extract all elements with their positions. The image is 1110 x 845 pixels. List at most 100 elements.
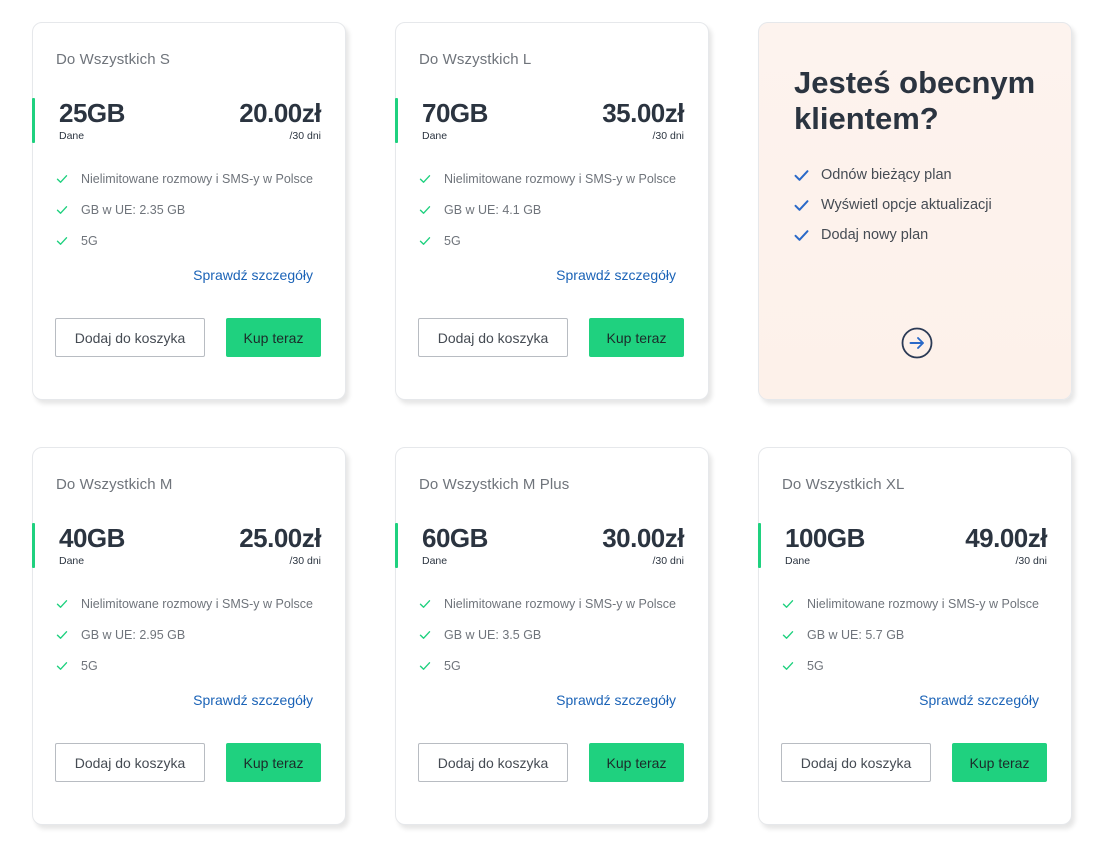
feature-text: 5G — [81, 658, 98, 673]
data-amount: 25GB — [59, 98, 125, 128]
feature-text: 5G — [807, 658, 824, 673]
add-to-cart-button[interactable]: Dodaj do koszyka — [55, 743, 205, 782]
check-icon — [419, 630, 431, 639]
feature-item: Nielimitowane rozmowy i SMS-y w Polsce — [782, 588, 1039, 619]
plan-name: Do Wszystkich M — [56, 476, 173, 493]
accent-bar — [758, 523, 761, 568]
plan-card-m: Do Wszystkich M 40GB Dane 25.00zł /30 dn… — [32, 447, 346, 825]
feature-item: Nielimitowane rozmowy i SMS-y w Polsce — [56, 588, 313, 619]
buy-now-button[interactable]: Kup teraz — [226, 743, 321, 782]
accent-bar — [395, 523, 398, 568]
feature-text: GB w UE: 5.7 GB — [807, 627, 905, 642]
feature-text: Nielimitowane rozmowy i SMS-y w Polsce — [81, 171, 314, 186]
data-amount: 40GB — [59, 523, 125, 553]
check-icon — [419, 174, 431, 183]
promo-item[interactable]: Wyświetl opcje aktualizacji — [794, 190, 992, 220]
feature-text: GB w UE: 3.5 GB — [444, 627, 542, 642]
details-link[interactable]: Sprawdź szczegóły — [193, 692, 313, 708]
feature-list: Nielimitowane rozmowy i SMS-y w Polsce G… — [419, 588, 676, 681]
check-icon — [419, 599, 431, 608]
details-link[interactable]: Sprawdź szczegóły — [193, 267, 313, 283]
check-icon — [56, 661, 68, 670]
plan-price: 49.00zł — [965, 523, 1047, 553]
plan-name: Do Wszystkich XL — [782, 476, 905, 493]
feature-text: 5G — [81, 233, 98, 248]
feature-item: GB w UE: 5.7 GB — [782, 619, 1039, 650]
buy-now-button[interactable]: Kup teraz — [226, 318, 321, 357]
feature-text: Nielimitowane rozmowy i SMS-y w Polsce — [444, 596, 677, 611]
feature-item: 5G — [782, 650, 1039, 681]
check-icon — [794, 199, 809, 211]
feature-item: GB w UE: 3.5 GB — [419, 619, 676, 650]
existing-customer-card: Jesteś obecnym klientem? Odnów bieżący p… — [758, 22, 1072, 400]
promo-item[interactable]: Dodaj nowy plan — [794, 220, 992, 250]
check-icon — [56, 236, 68, 245]
promo-item-label: Wyświetl opcje aktualizacji — [821, 197, 992, 213]
details-link[interactable]: Sprawdź szczegóły — [556, 692, 676, 708]
feature-list: Nielimitowane rozmowy i SMS-y w Polsce G… — [56, 588, 313, 681]
data-label: Dane — [59, 555, 85, 567]
feature-list: Nielimitowane rozmowy i SMS-y w Polsce G… — [56, 163, 313, 256]
data-amount: 100GB — [785, 523, 865, 553]
feature-text: GB w UE: 2.35 GB — [81, 202, 186, 217]
add-to-cart-button[interactable]: Dodaj do koszyka — [418, 743, 568, 782]
check-icon — [419, 661, 431, 670]
feature-item: GB w UE: 2.95 GB — [56, 619, 313, 650]
plan-card-s: Do Wszystkich S 25GB Dane 20.00zł /30 dn… — [32, 22, 346, 400]
add-to-cart-button[interactable]: Dodaj do koszyka — [55, 318, 205, 357]
check-icon — [56, 630, 68, 639]
data-label: Dane — [422, 130, 448, 142]
feature-item: 5G — [419, 225, 676, 256]
feature-item: 5G — [419, 650, 676, 681]
check-icon — [782, 630, 794, 639]
accent-bar — [395, 98, 398, 143]
price-period: /30 dni — [289, 555, 321, 567]
feature-item: Nielimitowane rozmowy i SMS-y w Polsce — [419, 588, 676, 619]
plan-name: Do Wszystkich S — [56, 51, 171, 68]
details-link[interactable]: Sprawdź szczegóły — [919, 692, 1039, 708]
feature-list: Nielimitowane rozmowy i SMS-y w Polsce G… — [782, 588, 1039, 681]
add-to-cart-button[interactable]: Dodaj do koszyka — [781, 743, 931, 782]
plan-card-xl: Do Wszystkich XL 100GB Dane 49.00zł /30 … — [758, 447, 1072, 825]
feature-item: 5G — [56, 225, 313, 256]
feature-text: Nielimitowane rozmowy i SMS-y w Polsce — [444, 171, 677, 186]
plan-price: 25.00zł — [239, 523, 321, 553]
feature-item: 5G — [56, 650, 313, 681]
data-label: Dane — [59, 130, 85, 142]
feature-item: Nielimitowane rozmowy i SMS-y w Polsce — [56, 163, 313, 194]
check-icon — [782, 599, 794, 608]
data-label: Dane — [422, 555, 448, 567]
promo-item-label: Dodaj nowy plan — [821, 227, 929, 243]
check-icon — [794, 229, 809, 241]
price-period: /30 dni — [652, 130, 684, 142]
check-icon — [56, 174, 68, 183]
feature-item: GB w UE: 4.1 GB — [419, 194, 676, 225]
check-icon — [56, 599, 68, 608]
feature-text: Nielimitowane rozmowy i SMS-y w Polsce — [81, 596, 314, 611]
feature-item: Nielimitowane rozmowy i SMS-y w Polsce — [419, 163, 676, 194]
data-amount: 70GB — [422, 98, 488, 128]
promo-item[interactable]: Odnów bieżący plan — [794, 160, 992, 190]
check-icon — [419, 205, 431, 214]
arrow-right-circle-icon[interactable] — [901, 327, 933, 359]
feature-text: GB w UE: 4.1 GB — [444, 202, 542, 217]
buy-now-button[interactable]: Kup teraz — [952, 743, 1047, 782]
price-period: /30 dni — [1015, 555, 1047, 567]
feature-list: Nielimitowane rozmowy i SMS-y w Polsce G… — [419, 163, 676, 256]
accent-bar — [32, 98, 35, 143]
details-link[interactable]: Sprawdź szczegóły — [556, 267, 676, 283]
buy-now-button[interactable]: Kup teraz — [589, 743, 684, 782]
plan-name: Do Wszystkich L — [419, 51, 532, 68]
feature-text: GB w UE: 2.95 GB — [81, 627, 186, 642]
check-icon — [782, 661, 794, 670]
feature-item: GB w UE: 2.35 GB — [56, 194, 313, 225]
plan-name: Do Wszystkich M Plus — [419, 476, 570, 493]
promo-list: Odnów bieżący plan Wyświetl opcje aktual… — [794, 160, 992, 250]
add-to-cart-button[interactable]: Dodaj do koszyka — [418, 318, 568, 357]
plan-price: 20.00zł — [239, 98, 321, 128]
check-icon — [419, 236, 431, 245]
accent-bar — [32, 523, 35, 568]
check-icon — [56, 205, 68, 214]
buy-now-button[interactable]: Kup teraz — [589, 318, 684, 357]
plan-card-m-plus: Do Wszystkich M Plus 60GB Dane 30.00zł /… — [395, 447, 709, 825]
